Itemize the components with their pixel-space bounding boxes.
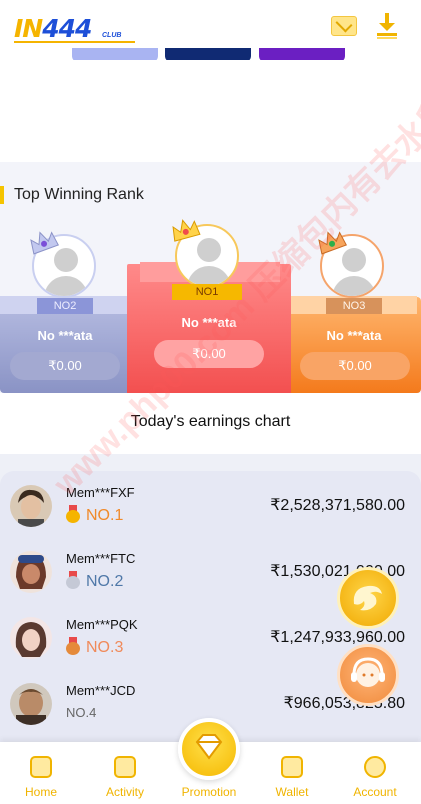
member-name: Mem***FXF — [66, 485, 135, 500]
logo-prefix: IN — [14, 14, 43, 43]
member-name: Mem***FTC — [66, 551, 136, 566]
section-title: Top Winning Rank — [0, 186, 144, 204]
avatar — [10, 551, 52, 593]
support-icon — [351, 657, 385, 687]
podium-amount-2: ₹0.00 — [10, 352, 120, 380]
bronze-medal-icon — [66, 637, 80, 655]
podium-rank-label-3: NO3 — [326, 298, 382, 314]
member-rank: NO.1 — [66, 505, 123, 525]
nav-account[interactable]: Account — [340, 742, 410, 804]
app-logo[interactable]: IN444 — [14, 14, 92, 43]
silver-medal-icon — [66, 571, 80, 589]
member-amount: ₹1,247,933,960.00 — [270, 629, 405, 646]
rank-label: NO.2 — [86, 573, 124, 590]
rank-label: NO.1 — [86, 507, 124, 524]
podium-name-3: No ***ata — [326, 328, 382, 343]
member-rank: NO.2 — [66, 571, 123, 591]
nav-promotion[interactable] — [178, 718, 240, 780]
member-rank: NO.4 — [66, 705, 97, 720]
nav-activity[interactable]: Activity — [90, 742, 160, 804]
podium-amount-1: ₹0.00 — [154, 340, 264, 368]
logo-sub: CLUB — [102, 32, 122, 39]
download-icon[interactable] — [375, 12, 399, 40]
avatar — [10, 683, 52, 725]
avatar — [10, 617, 52, 659]
member-amount: ₹2,528,371,580.00 — [270, 497, 405, 514]
podium-rank-label-2: NO2 — [37, 298, 93, 314]
logo-underline — [14, 41, 135, 43]
member-name: Mem***PQK — [66, 617, 138, 632]
nav-account-label: Account — [353, 785, 397, 799]
mail-icon[interactable] — [331, 16, 357, 36]
podium-amount-3: ₹0.00 — [300, 352, 410, 380]
podium-name-2: No ***ata — [37, 328, 93, 343]
customer-support-button[interactable] — [337, 644, 399, 706]
home-icon — [30, 756, 52, 778]
nav-home-label: Home — [24, 785, 57, 799]
dragon-bonus-button[interactable] — [337, 567, 399, 629]
diamond-icon — [195, 734, 223, 760]
earnings-chart-title: Today's earnings chart — [130, 413, 291, 430]
nav-promotion-label: Promotion — [181, 785, 237, 799]
activity-icon — [114, 756, 136, 778]
nav-wallet-label: Wallet — [275, 785, 309, 799]
member-rank: NO.3 — [66, 637, 123, 657]
member-name: Mem***JCD — [66, 683, 136, 698]
list-item[interactable]: Mem***FXF NO.1 ₹2,528,371,580.00 — [0, 471, 421, 537]
nav-wallet[interactable]: Wallet — [257, 742, 327, 804]
gold-medal-icon — [66, 505, 80, 523]
wallet-icon — [281, 756, 303, 778]
nav-activity-label: Activity — [105, 785, 144, 799]
logo-number: 444 — [42, 14, 92, 43]
rank-label: NO.3 — [86, 639, 124, 656]
account-icon — [364, 756, 386, 778]
podium-rank-label-1: NO1 — [172, 284, 242, 300]
dragon-icon — [353, 585, 382, 611]
banner-area — [0, 60, 421, 162]
podium-name-1: No ***ata — [181, 315, 237, 330]
nav-home[interactable]: Home — [6, 742, 76, 804]
avatar — [10, 485, 52, 527]
